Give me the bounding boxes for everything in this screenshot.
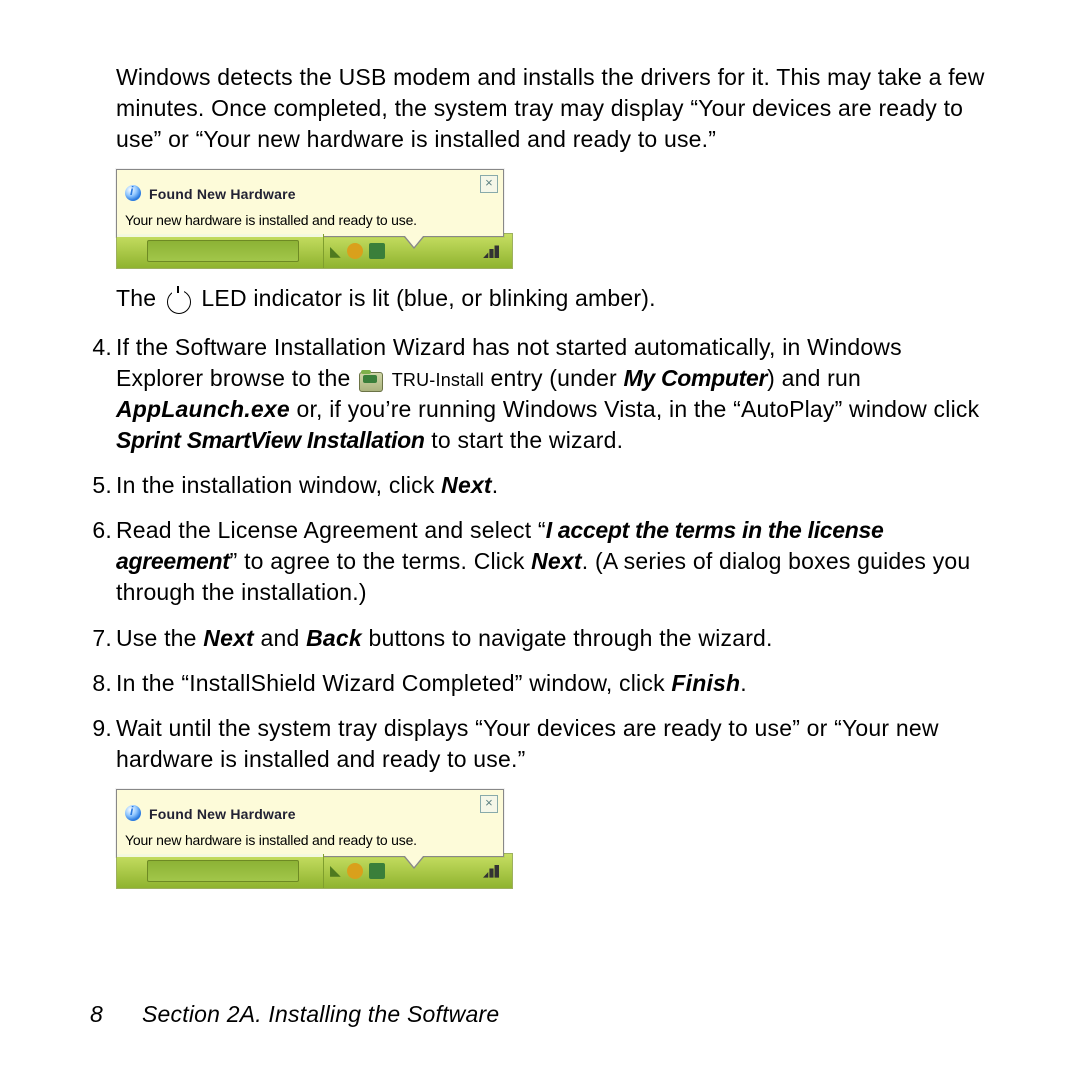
list-item: 8. In the “InstallShield Wizard Complete… <box>90 668 990 699</box>
tray-icon <box>369 243 385 259</box>
led-line: The LED indicator is lit (blue, or blink… <box>116 283 990 314</box>
drive-icon <box>359 372 383 392</box>
balloon-title: Found New Hardware <box>149 186 296 202</box>
info-icon <box>125 805 141 821</box>
close-icon[interactable]: × <box>480 795 498 813</box>
tray-icon <box>347 243 363 259</box>
taskbar-app-button <box>147 860 299 882</box>
system-tray: ◣ <box>324 854 470 888</box>
balloon-title: Found New Hardware <box>149 806 296 822</box>
notification-balloon: × Found New Hardware Your new hardware i… <box>116 789 504 857</box>
signal-icon <box>483 864 499 878</box>
balloon-message: Your new hardware is installed and ready… <box>125 831 495 850</box>
found-hardware-screenshot: × Found New Hardware Your new hardware i… <box>116 169 990 269</box>
list-item: 9. Wait until the system tray displays “… <box>90 713 990 775</box>
tray-icon: ◣ <box>330 861 341 880</box>
tray-icon <box>369 863 385 879</box>
list-item: 4. If the Software Installation Wizard h… <box>90 332 990 456</box>
power-led-icon <box>167 290 191 314</box>
taskbar-clock-area <box>470 234 512 268</box>
taskbar: ◣ <box>116 233 513 269</box>
balloon-message: Your new hardware is installed and ready… <box>125 211 495 230</box>
list-item: 7. Use the Next and Back buttons to navi… <box>90 623 990 654</box>
tray-icon: ◣ <box>330 242 341 261</box>
intro-paragraph: Windows detects the USB modem and instal… <box>116 62 990 155</box>
page-footer: 8Section 2A. Installing the Software <box>90 999 499 1030</box>
close-icon[interactable]: × <box>480 175 498 193</box>
page-number: 8 <box>90 999 142 1030</box>
taskbar: ◣ <box>116 853 513 889</box>
found-hardware-screenshot: × Found New Hardware Your new hardware i… <box>116 789 990 889</box>
notification-balloon: × Found New Hardware Your new hardware i… <box>116 169 504 237</box>
list-item: 6. Read the License Agreement and select… <box>90 515 990 608</box>
taskbar-app-button <box>147 240 299 262</box>
signal-icon <box>483 244 499 258</box>
taskbar-clock-area <box>470 854 512 888</box>
list-item: 5. In the installation window, click Nex… <box>90 470 990 501</box>
system-tray: ◣ <box>324 234 470 268</box>
info-icon <box>125 185 141 201</box>
tray-icon <box>347 863 363 879</box>
